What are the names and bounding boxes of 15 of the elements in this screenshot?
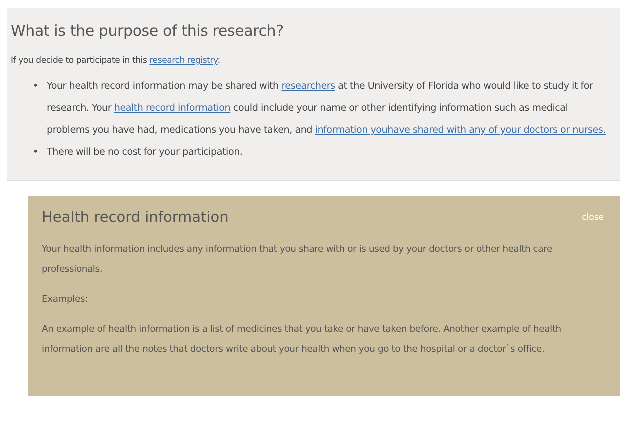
bullet-text: Your health record information may be shared with researchers at the University of Florida who would like to study it for research. Your health record information could include your name or other identifying information such as medical problems you have had, medications you have taken, and information youhave shared with any of your doctors or nurses. <box>47 80 607 138</box>
section-title: What is the purpose of this research? <box>11 22 285 40</box>
text-link[interactable]: research registry <box>150 56 218 66</box>
bullet-marker: • <box>33 146 39 160</box>
popup-paragraph: An example of health information is a list of medicines that you take or have taken before. Another example of health information are all the notes that doctors write about your health when you go to the hospital or a doctor`s office. <box>42 323 562 357</box>
popup-paragraph: Your health information includes any information that you share with or is used by your doctors or other health care professionals. <box>42 243 554 277</box>
intro-text: If you decide to participate in this research registry: <box>11 56 220 66</box>
popup-paragraph: Examples: <box>42 293 89 307</box>
text-link[interactable]: health record information <box>114 103 231 114</box>
text-link[interactable]: have shared with any of your doctors or nurses. <box>388 125 606 136</box>
text-link[interactable]: researchers <box>282 81 336 92</box>
bullet-text: There will be no cost for your participation. <box>47 146 243 160</box>
bullet-marker: • <box>33 80 39 94</box>
popup-title: Health record information <box>42 210 229 226</box>
text-link[interactable]: information you <box>315 125 388 136</box>
